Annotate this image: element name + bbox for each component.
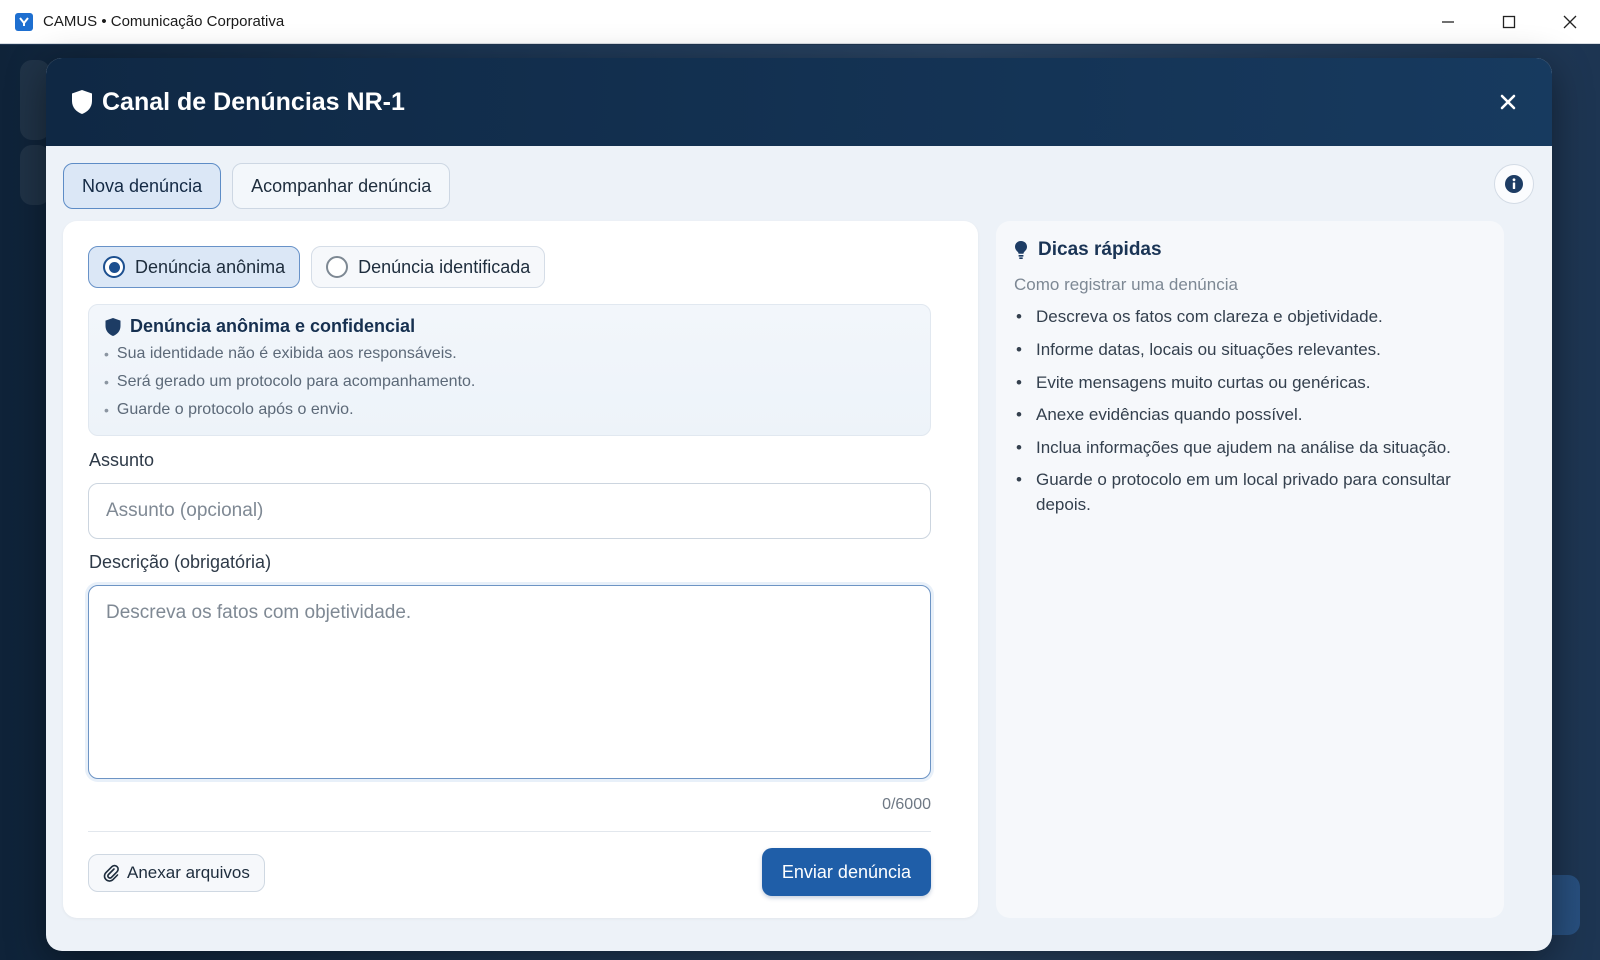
character-counter: 0/6000 <box>882 796 931 813</box>
radio-label: Denúncia identificada <box>358 256 531 277</box>
tip-item: Inclua informações que ajudem na análise… <box>1016 435 1488 460</box>
modal-title: Canal de Denúncias NR-1 <box>102 87 405 116</box>
report-type-group: Denúncia anônima Denúncia identificada <box>88 246 546 288</box>
tip-item: Guarde o protocolo em um local privado p… <box>1016 467 1488 517</box>
report-form: Denúncia anônima Denúncia identificada D… <box>63 221 978 918</box>
modal-tabs: Nova denúncia Acompanhar denúncia <box>63 163 451 209</box>
notice-title: Denúncia anônima e confidencial <box>130 316 416 336</box>
radio-identified[interactable]: Denúncia identificada <box>311 246 546 288</box>
notice-item: Guarde o protocolo após o envio. <box>104 396 915 424</box>
attach-files-button[interactable]: Anexar arquivos <box>88 854 265 892</box>
modal-header: Canal de Denúncias NR-1 <box>46 58 1552 146</box>
tips-subtitle: Como registrar uma denúncia <box>1014 275 1238 294</box>
tip-item: Evite mensagens muito curtas ou genérica… <box>1016 370 1488 395</box>
anonymity-notice: Denúncia anônima e confidencial Sua iden… <box>88 304 931 436</box>
lightbulb-icon <box>1015 241 1027 259</box>
close-icon <box>1563 15 1576 29</box>
submit-report-button[interactable]: Enviar denúncia <box>761 848 931 896</box>
info-button[interactable] <box>1494 164 1534 204</box>
info-icon <box>1505 175 1523 193</box>
description-label: Descrição (obrigatória) <box>89 552 272 572</box>
notice-item: Sua identidade não é exibida aos respons… <box>104 340 915 368</box>
notice-item: Será gerado um protocolo para acompanham… <box>104 368 915 396</box>
radio-button[interactable] <box>103 256 125 278</box>
minimize-button[interactable] <box>1417 0 1478 44</box>
radio-button[interactable] <box>326 256 349 278</box>
notice-header: Denúncia anônima e confidencial <box>104 316 915 337</box>
report-modal: Canal de Denúncias NR-1 Nova denúncia Ac… <box>46 58 1552 951</box>
tip-item: Anexe evidências quando possível. <box>1016 402 1488 427</box>
tip-item: Informe datas, locais ou situações relev… <box>1016 337 1488 362</box>
window-title: CAMUS • Comunicação Corporativa <box>43 13 285 30</box>
tip-item: Descreva os fatos com clareza e objetivi… <box>1016 304 1488 329</box>
shield-icon <box>72 90 92 114</box>
paperclip-icon <box>103 864 119 882</box>
window-close-button[interactable] <box>1539 0 1600 44</box>
close-icon <box>1500 94 1516 110</box>
maximize-icon <box>1502 15 1515 29</box>
tab-track-report[interactable]: Acompanhar denúncia <box>232 163 451 209</box>
modal-close-button[interactable] <box>1494 88 1522 116</box>
notice-list: Sua identidade não é exibida aos respons… <box>104 340 915 424</box>
tips-title: Dicas rápidas <box>1038 239 1162 260</box>
attach-label: Anexar arquivos <box>127 863 250 882</box>
maximize-button[interactable] <box>1478 0 1539 44</box>
radio-label: Denúncia anônima <box>135 256 286 277</box>
window-titlebar: CAMUS • Comunicação Corporativa <box>0 0 1600 44</box>
app-logo-icon <box>15 12 33 31</box>
divider <box>88 831 931 832</box>
radio-anonymous[interactable]: Denúncia anônima <box>88 246 301 288</box>
minimize-icon <box>1441 21 1454 23</box>
subject-input[interactable] <box>88 483 931 539</box>
shield-icon <box>105 317 121 336</box>
tab-new-report[interactable]: Nova denúncia <box>63 163 222 209</box>
subject-label: Assunto <box>89 450 155 470</box>
tips-panel: Dicas rápidas Como registrar uma denúnci… <box>996 221 1504 918</box>
description-textarea[interactable] <box>88 585 931 779</box>
tips-header: Dicas rápidas <box>1014 239 1486 261</box>
